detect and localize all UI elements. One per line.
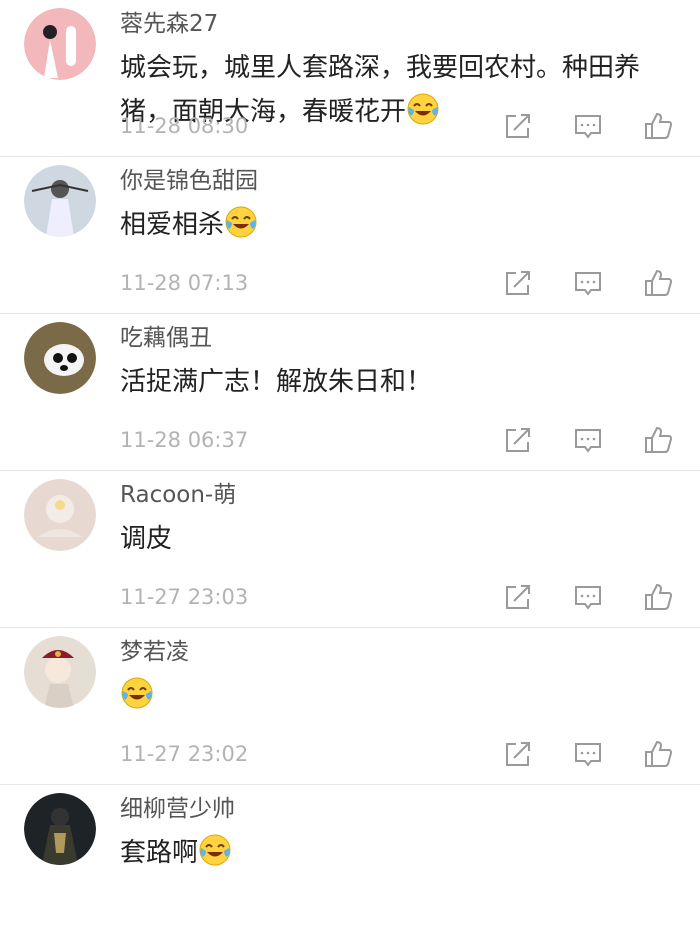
username[interactable]: Racoon-萌	[120, 479, 236, 511]
comment-icon[interactable]	[572, 267, 604, 299]
timestamp: 11-28 07:13	[120, 271, 249, 295]
comment-actions	[502, 424, 674, 456]
username[interactable]: 细柳营少帅	[120, 793, 235, 825]
avatar[interactable]	[24, 479, 96, 551]
comment-text: 调皮	[120, 517, 660, 561]
comment-icon[interactable]	[572, 424, 604, 456]
thumbs-up-icon[interactable]	[642, 424, 674, 456]
thumbs-up-icon[interactable]	[642, 581, 674, 613]
comment-text	[120, 674, 660, 718]
comment-text: 套路啊	[120, 831, 660, 875]
avatar[interactable]	[24, 636, 96, 708]
share-icon[interactable]	[502, 738, 534, 770]
timestamp: 11-27 23:02	[120, 742, 249, 766]
thumbs-up-icon[interactable]	[642, 110, 674, 142]
avatar[interactable]	[24, 322, 96, 394]
comment-item: 梦若凌 11-27 23:02	[0, 628, 700, 785]
share-icon[interactable]	[502, 424, 534, 456]
comment-actions	[502, 267, 674, 299]
comment-actions	[502, 581, 674, 613]
avatar[interactable]	[24, 793, 96, 865]
thumbs-up-icon[interactable]	[642, 738, 674, 770]
comment-text-content: 活捉满广志！解放朱日和！	[120, 367, 433, 397]
username[interactable]: 梦若凌	[120, 636, 189, 668]
comment-text-content: 套路啊	[120, 838, 199, 868]
comment-item: 你是锦色甜园 相爱相杀 11-28 07:13	[0, 157, 700, 314]
comment-icon[interactable]	[572, 110, 604, 142]
timestamp: 11-28 08:30	[120, 114, 249, 138]
share-icon[interactable]	[502, 581, 534, 613]
laugh-cry-emoji-icon	[120, 676, 154, 710]
comment-list: 蓉先森27 城会玩，城里人套路深，我要回农村。种田养猪，面朝大海，春暖花开 11…	[0, 0, 700, 942]
comment-actions	[502, 110, 674, 142]
comment-text-content: 相爱相杀	[120, 210, 225, 240]
comment-text: 活捉满广志！解放朱日和！	[120, 360, 660, 404]
username[interactable]: 蓉先森27	[120, 8, 218, 40]
share-icon[interactable]	[502, 110, 534, 142]
share-icon[interactable]	[502, 267, 534, 299]
comment-icon[interactable]	[572, 738, 604, 770]
comment-text-content: 调皮	[120, 524, 173, 554]
timestamp: 11-27 23:03	[120, 585, 249, 609]
username[interactable]: 吃藕偶丑	[120, 322, 212, 354]
comment-text: 相爱相杀	[120, 203, 660, 247]
comment-item: Racoon-萌 调皮 11-27 23:03	[0, 471, 700, 628]
laugh-cry-emoji-icon	[224, 205, 258, 239]
avatar[interactable]	[24, 8, 96, 80]
avatar[interactable]	[24, 165, 96, 237]
comment-actions	[502, 738, 674, 770]
username[interactable]: 你是锦色甜园	[120, 165, 258, 197]
thumbs-up-icon[interactable]	[642, 267, 674, 299]
comment-item: 吃藕偶丑 活捉满广志！解放朱日和！ 11-28 06:37	[0, 314, 700, 471]
laugh-cry-emoji-icon	[198, 833, 232, 867]
timestamp: 11-28 06:37	[120, 428, 249, 452]
comment-item: 蓉先森27 城会玩，城里人套路深，我要回农村。种田养猪，面朝大海，春暖花开 11…	[0, 0, 700, 157]
comment-item: 细柳营少帅 套路啊	[0, 785, 700, 942]
comment-icon[interactable]	[572, 581, 604, 613]
laugh-cry-emoji-icon	[406, 92, 440, 126]
